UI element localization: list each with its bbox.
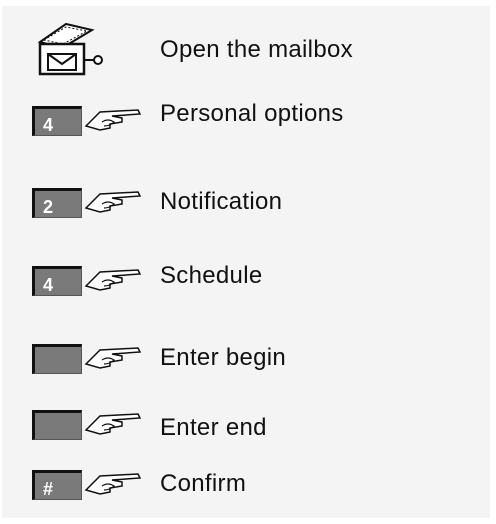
pointing-hand-icon: [84, 109, 142, 131]
key-digit: 4: [42, 115, 53, 135]
instruction-panel: Open the mailbox 4 Personal options 2 No…: [2, 6, 490, 518]
step-open-mailbox: Open the mailbox: [2, 22, 490, 82]
key-digit: [35, 353, 61, 373]
step-enter-begin: Enter begin: [2, 336, 490, 386]
step-personal-options: 4 Personal options: [2, 98, 490, 148]
keypad-key-4: 4: [32, 106, 82, 136]
key-digit: [35, 419, 61, 439]
step-label: Notification: [160, 188, 283, 215]
step-schedule: 4 Schedule: [2, 258, 490, 308]
keypad-key-blank: [32, 344, 82, 374]
key-digit: 2: [42, 197, 53, 217]
pointing-hand-icon: [84, 413, 142, 435]
step-label: Personal options: [160, 100, 344, 127]
step-enter-end: Enter end: [2, 406, 490, 456]
step-label: Open the mailbox: [160, 36, 353, 63]
step-label: Enter end: [160, 414, 267, 441]
keypad-key-4: 4: [32, 266, 82, 296]
step-label: Confirm: [160, 470, 247, 497]
key-digit: #: [42, 479, 53, 499]
keypad-key-2: 2: [32, 188, 82, 218]
step-confirm: # Confirm: [2, 462, 490, 512]
keypad-key-hash: #: [32, 470, 82, 500]
pointing-hand-icon: [84, 191, 142, 213]
step-label: Enter begin: [160, 344, 287, 371]
mailbox-icon: [37, 22, 103, 76]
step-label: Schedule: [160, 262, 263, 289]
step-notification: 2 Notification: [2, 180, 490, 230]
pointing-hand-icon: [84, 269, 142, 291]
keypad-key-blank: [32, 410, 82, 440]
pointing-hand-icon: [84, 473, 142, 495]
pointing-hand-icon: [84, 347, 142, 369]
key-digit: 4: [42, 275, 53, 295]
